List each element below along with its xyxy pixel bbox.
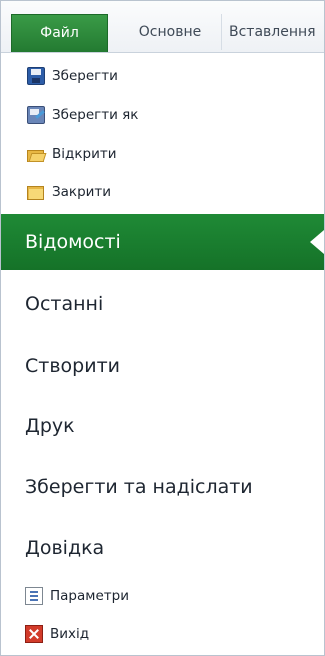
tab-insert[interactable]: Вставлення <box>229 14 324 50</box>
options-command[interactable]: Параметри <box>25 583 129 609</box>
save-as-icon <box>27 106 45 124</box>
close-folder-icon <box>27 183 45 201</box>
options-label: Параметри <box>50 588 129 604</box>
close-label: Закрити <box>52 184 112 200</box>
selection-arrow-icon <box>310 230 324 254</box>
tab-file[interactable]: Файл <box>11 14 108 52</box>
open-folder-icon <box>27 145 45 163</box>
exit-label: Вихід <box>50 626 90 642</box>
exit-command[interactable]: Вихід <box>25 621 89 647</box>
open-label: Відкрити <box>52 146 117 162</box>
backstage-item-recent[interactable]: Останні <box>25 284 103 324</box>
save-label: Зберегти <box>52 68 118 84</box>
close-command[interactable]: Закрити <box>27 179 111 205</box>
save-as-command[interactable]: Зберегти як <box>27 102 138 128</box>
options-icon <box>25 587 43 605</box>
backstage-item-save-send[interactable]: Зберегти та надіслати <box>25 467 253 507</box>
backstage-item-info[interactable]: Відомості <box>1 214 324 270</box>
backstage-item-new[interactable]: Створити <box>25 346 120 386</box>
tab-home[interactable]: Основне <box>119 14 222 50</box>
exit-icon <box>25 625 43 643</box>
save-command[interactable]: Зберегти <box>27 63 118 89</box>
backstage-item-help[interactable]: Довідка <box>25 528 104 568</box>
open-command[interactable]: Відкрити <box>27 141 116 167</box>
ribbon-tab-bar: Файл Основне Вставлення <box>1 1 324 53</box>
save-icon <box>27 67 45 85</box>
file-menu-panel: Файл Основне Вставлення Зберегти Зберегт… <box>0 0 325 656</box>
backstage-item-info-label: Відомості <box>25 231 121 253</box>
backstage-item-print[interactable]: Друк <box>25 406 75 446</box>
save-as-label: Зберегти як <box>52 107 139 123</box>
